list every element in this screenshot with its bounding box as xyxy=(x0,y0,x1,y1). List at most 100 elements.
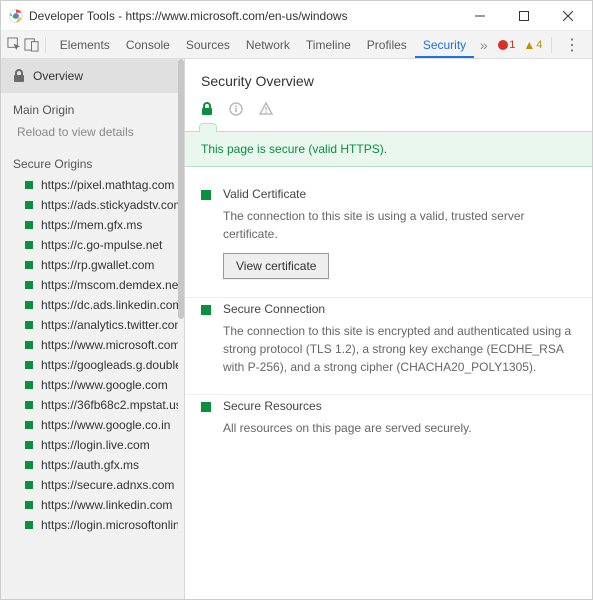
origin-url: https://www.google.com xyxy=(41,378,168,392)
warning-status-icon[interactable] xyxy=(259,102,273,119)
maximize-button[interactable] xyxy=(502,2,546,30)
tab-sources[interactable]: Sources xyxy=(178,32,238,58)
toolbar-separator xyxy=(45,37,46,53)
origin-url: https://www.microsoft.com xyxy=(41,338,178,352)
origin-url: https://www.google.co.in xyxy=(41,418,170,432)
tab-console[interactable]: Console xyxy=(118,32,178,58)
devtools-toolbar: ElementsConsoleSourcesNetworkTimelinePro… xyxy=(1,31,592,59)
origin-item[interactable]: https://secure.adnxs.com xyxy=(1,475,178,495)
origin-item[interactable]: https://analytics.twitter.com xyxy=(1,315,178,335)
secure-origins-header: Secure Origins xyxy=(1,147,178,175)
origin-item[interactable]: https://dc.ads.linkedin.com xyxy=(1,295,178,315)
origin-url: https://ads.stickyadstv.com xyxy=(41,198,178,212)
secure-indicator-icon xyxy=(25,321,33,329)
tab-profiles[interactable]: Profiles xyxy=(359,32,415,58)
origin-url: https://auth.gfx.ms xyxy=(41,458,139,472)
secure-resources-text: All resources on this page are served se… xyxy=(223,419,576,437)
secure-indicator-icon xyxy=(25,421,33,429)
secure-indicator-icon xyxy=(25,181,33,189)
origin-url: https://mem.gfx.ms xyxy=(41,218,142,232)
secure-indicator-icon xyxy=(25,281,33,289)
secure-indicator-icon xyxy=(25,301,33,309)
tab-network[interactable]: Network xyxy=(238,32,298,58)
origin-item[interactable]: https://36fb68c2.mpstat.us xyxy=(1,395,178,415)
secure-resources-block: Secure Resources All resources on this p… xyxy=(185,395,592,455)
device-toolbar-icon[interactable] xyxy=(24,33,39,57)
status-icon-row xyxy=(185,99,592,121)
origin-url: https://login.live.com xyxy=(41,438,150,452)
warning-count-value: 4 xyxy=(536,39,542,51)
security-main-panel: Security Overview This page is secure (v… xyxy=(185,59,592,599)
chrome-icon xyxy=(9,9,23,23)
secure-indicator-icon xyxy=(25,201,33,209)
origin-item[interactable]: https://www.google.com xyxy=(1,375,178,395)
tab-timeline[interactable]: Timeline xyxy=(298,32,359,58)
error-count[interactable]: 1 xyxy=(498,39,515,51)
devtools-tabs: ElementsConsoleSourcesNetworkTimelinePro… xyxy=(52,32,474,58)
more-tabs-icon[interactable]: » xyxy=(476,33,491,57)
origin-url: https://36fb68c2.mpstat.us xyxy=(41,398,178,412)
toolbar-separator xyxy=(551,37,552,53)
origin-item[interactable]: https://login.live.com xyxy=(1,435,178,455)
security-sidebar: Overview Main Origin Reload to view deta… xyxy=(1,59,185,599)
banner-connector xyxy=(199,121,592,131)
secure-indicator-icon xyxy=(25,241,33,249)
valid-certificate-block: Valid Certificate The connection to this… xyxy=(185,183,592,298)
origin-item[interactable]: https://auth.gfx.ms xyxy=(1,455,178,475)
view-certificate-button[interactable]: View certificate xyxy=(223,253,329,279)
lock-status-icon[interactable] xyxy=(201,102,213,119)
kebab-menu-icon[interactable]: ⋮ xyxy=(558,35,586,55)
close-button[interactable] xyxy=(546,2,590,30)
valid-certificate-title: Valid Certificate xyxy=(223,187,576,201)
secure-connection-block: Secure Connection The connection to this… xyxy=(185,298,592,395)
secure-indicator-icon xyxy=(25,481,33,489)
page-title: Security Overview xyxy=(185,59,592,99)
secure-indicator-icon xyxy=(25,381,33,389)
main-origin-header: Main Origin xyxy=(1,93,178,121)
origin-item[interactable]: https://googleads.g.doublec xyxy=(1,355,178,375)
origin-url: https://analytics.twitter.com xyxy=(41,318,178,332)
origin-item[interactable]: https://rp.gwallet.com xyxy=(1,255,178,275)
tab-elements[interactable]: Elements xyxy=(52,32,118,58)
tab-security[interactable]: Security xyxy=(415,32,474,58)
main-origin-hint: Reload to view details xyxy=(1,121,178,147)
secure-indicator-icon xyxy=(25,401,33,409)
origin-item[interactable]: https://www.microsoft.com xyxy=(1,335,178,355)
sidebar-scroll-thumb[interactable] xyxy=(178,59,184,319)
info-status-icon[interactable] xyxy=(229,102,243,119)
secure-indicator-icon xyxy=(201,190,211,200)
error-icon xyxy=(498,40,508,50)
origin-url: https://login.microsoftonlin xyxy=(41,518,178,532)
origin-item[interactable]: https://mem.gfx.ms xyxy=(1,215,178,235)
sidebar-overview-item[interactable]: Overview xyxy=(1,59,178,93)
secure-resources-title: Secure Resources xyxy=(223,399,576,413)
origin-url: https://dc.ads.linkedin.com xyxy=(41,298,178,312)
sidebar-overview-label: Overview xyxy=(33,69,83,83)
secure-indicator-icon xyxy=(25,521,33,529)
secure-indicator-icon xyxy=(25,441,33,449)
secure-connection-text: The connection to this site is encrypted… xyxy=(223,322,576,376)
secure-indicator-icon xyxy=(25,461,33,469)
origin-item[interactable]: https://ads.stickyadstv.com xyxy=(1,195,178,215)
origin-url: https://rp.gwallet.com xyxy=(41,258,154,272)
warning-count[interactable]: ▲ 4 xyxy=(523,38,542,52)
window-title: Developer Tools - https://www.microsoft.… xyxy=(29,9,458,23)
secure-indicator-icon xyxy=(25,221,33,229)
origin-item[interactable]: https://login.microsoftonlin xyxy=(1,515,178,535)
secure-indicator-icon xyxy=(201,402,211,412)
origin-item[interactable]: https://www.linkedin.com xyxy=(1,495,178,515)
origin-url: https://www.linkedin.com xyxy=(41,498,172,512)
origin-item[interactable]: https://www.google.co.in xyxy=(1,415,178,435)
inspect-element-icon[interactable] xyxy=(7,33,22,57)
origin-item[interactable]: https://mscom.demdex.net xyxy=(1,275,178,295)
secure-connection-title: Secure Connection xyxy=(223,302,576,316)
warning-icon: ▲ xyxy=(523,38,535,52)
origin-item[interactable]: https://pixel.mathtag.com xyxy=(1,175,178,195)
origin-url: https://mscom.demdex.net xyxy=(41,278,178,292)
origin-item[interactable]: https://c.go-mpulse.net xyxy=(1,235,178,255)
origin-url: https://c.go-mpulse.net xyxy=(41,238,162,252)
secure-indicator-icon xyxy=(25,361,33,369)
valid-certificate-text: The connection to this site is using a v… xyxy=(223,207,576,243)
minimize-button[interactable] xyxy=(458,2,502,30)
sidebar-scrollbar[interactable] xyxy=(178,59,184,599)
